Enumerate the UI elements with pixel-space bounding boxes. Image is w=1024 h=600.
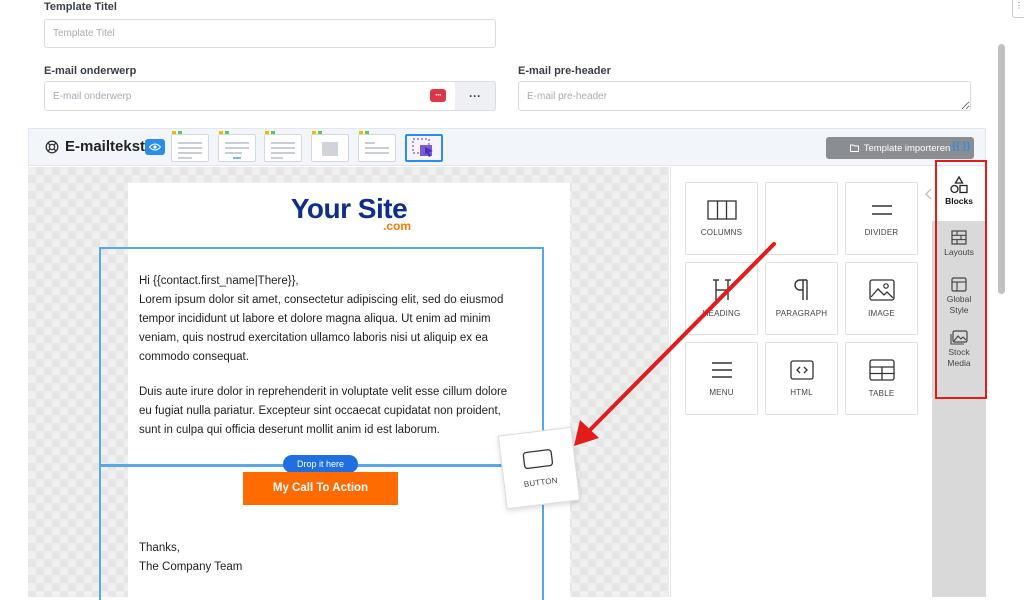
template-title-input[interactable] xyxy=(44,19,496,48)
signoff-thanks: Thanks, xyxy=(139,542,180,554)
drag-drop-editor-icon xyxy=(412,138,433,157)
columns-icon xyxy=(706,200,737,220)
subject-more-button[interactable]: ··· xyxy=(455,81,496,111)
toolbar-title-group: E-mailtekst xyxy=(45,138,145,155)
dragging-button-label: BUTTON xyxy=(523,475,559,489)
block-menu[interactable]: MENU xyxy=(685,342,758,415)
logo-sub-text: .com xyxy=(382,219,411,233)
template-thumbnail-3[interactable] xyxy=(264,131,302,162)
block-menu-label: MENU xyxy=(709,388,734,397)
personalize-icon[interactable]: ··· xyxy=(430,89,446,102)
block-heading[interactable]: HEADING xyxy=(685,262,758,335)
menu-icon xyxy=(711,362,732,378)
import-template-label: Template importeren xyxy=(863,142,951,154)
block-paragraph-label: PARAGRAPH xyxy=(775,309,828,318)
image-icon xyxy=(868,279,895,301)
page-scrollbar[interactable] xyxy=(998,44,1005,294)
dragging-button-block[interactable]: BUTTON xyxy=(497,426,581,510)
template-thumbnail-5[interactable] xyxy=(358,131,396,162)
block-image[interactable]: IMAGE xyxy=(845,262,918,335)
folder-icon xyxy=(849,144,859,152)
template-title-label: Template Titel xyxy=(44,1,117,13)
corner-menu-icon[interactable]: ⋮ xyxy=(1012,0,1024,18)
call-to-action-button[interactable]: My Call To Action xyxy=(243,472,398,505)
body-paragraph-1: Lorem ipsum dolor sit amet, consectetur … xyxy=(139,294,504,363)
paragraph-icon xyxy=(793,279,808,300)
block-html[interactable]: HTML xyxy=(765,342,838,415)
block-divider-label: DIVIDER xyxy=(864,228,899,237)
block-columns[interactable]: COLUMNS xyxy=(685,182,758,255)
email-preheader-label: E-mail pre-header xyxy=(518,65,611,77)
annotation-highlight-box xyxy=(935,160,987,399)
editor-toolbar: E-mailtekst Template importeren {{}} xyxy=(28,128,986,166)
template-thumbnail-dragdrop[interactable] xyxy=(405,134,443,162)
eye-icon xyxy=(149,143,161,151)
preview-button[interactable] xyxy=(145,139,165,155)
email-signoff[interactable]: Thanks, The Company Team xyxy=(139,539,242,577)
block-columns-label: COLUMNS xyxy=(700,228,743,237)
block-heading-label: HEADING xyxy=(702,309,741,318)
block-paragraph[interactable]: PARAGRAPH xyxy=(765,262,838,335)
email-subject-label: E-mail onderwerp xyxy=(44,65,137,77)
logo-main-text: Your Site xyxy=(290,193,408,224)
code-icon xyxy=(789,360,814,380)
template-thumbnail-2[interactable] xyxy=(218,131,256,162)
table-icon xyxy=(868,359,895,381)
editor-title: E-mailtekst xyxy=(65,138,146,155)
body-paragraph-2: Duis aute irure dolor in reprehenderit i… xyxy=(139,386,508,436)
template-thumbnail-4[interactable] xyxy=(311,131,349,162)
block-button-placeholder xyxy=(765,182,838,255)
email-text-content[interactable]: Hi {{contact.first_name|There}}, Lorem i… xyxy=(139,272,509,456)
chevron-left-icon[interactable] xyxy=(924,188,932,200)
block-table-label: TABLE xyxy=(868,389,895,398)
heading-icon xyxy=(712,279,731,300)
block-html-label: HTML xyxy=(790,388,813,397)
button-block-icon xyxy=(522,448,554,469)
block-divider[interactable]: DIVIDER xyxy=(845,182,918,255)
email-preheader-input[interactable] xyxy=(518,81,971,111)
site-logo[interactable]: Your Site .com xyxy=(128,193,570,233)
email-subject-input[interactable] xyxy=(44,81,456,111)
block-table[interactable]: TABLE xyxy=(845,342,918,415)
template-thumbnail-1[interactable] xyxy=(171,131,209,162)
merge-tags-button[interactable]: {{ }} xyxy=(952,141,970,152)
divider-icon xyxy=(871,205,892,215)
lifebuoy-icon xyxy=(45,140,59,153)
signoff-team: The Company Team xyxy=(139,561,243,573)
greeting-text: Hi {{contact.first_name|There}}, xyxy=(139,275,299,287)
block-image-label: IMAGE xyxy=(868,309,895,318)
